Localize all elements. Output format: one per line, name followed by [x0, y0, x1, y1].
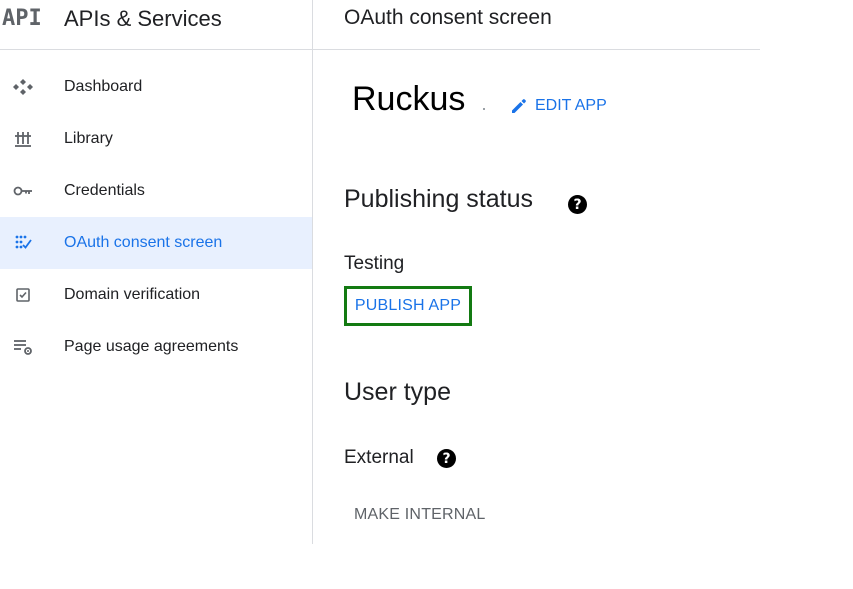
sidebar-item-label: Domain verification: [64, 286, 201, 303]
sidebar-item-label: Credentials: [64, 182, 145, 199]
sidebar-header: API APIs & Services: [0, 0, 312, 50]
edit-app-button[interactable]: EDIT APP: [509, 96, 607, 116]
sidebar: API APIs & Services Dashboard Library Cr…: [0, 0, 313, 544]
checkbox-icon: [12, 284, 34, 306]
sidebar-item-label: Page usage agreements: [64, 338, 239, 355]
page: API APIs & Services Dashboard Library Cr…: [0, 0, 853, 589]
sidebar-item-dashboard[interactable]: Dashboard: [0, 61, 312, 113]
page-header: OAuth consent screen: [313, 0, 760, 50]
sidebar-title: APIs & Services: [64, 6, 222, 31]
sidebar-item-credentials[interactable]: Credentials: [0, 165, 312, 217]
help-icon[interactable]: ?: [568, 195, 587, 214]
key-icon: [12, 180, 34, 202]
api-logo: API: [2, 6, 42, 31]
page-title: OAuth consent screen: [344, 6, 552, 29]
publish-app-button[interactable]: PUBLISH APP: [344, 286, 472, 326]
settings-list-icon: [12, 336, 34, 358]
dashboard-icon: [12, 76, 34, 98]
sidebar-item-label: OAuth consent screen: [64, 234, 223, 251]
publish-app-label: PUBLISH APP: [354, 297, 462, 314]
sidebar-item-label: Dashboard: [64, 78, 143, 95]
edit-app-label: EDIT APP: [535, 97, 607, 114]
divider-dot: [483, 108, 485, 110]
app-name: Ruckus: [352, 80, 466, 118]
library-icon: [12, 128, 34, 150]
sidebar-item-label: Library: [64, 130, 113, 147]
publishing-status-title: Publishing status: [344, 185, 534, 213]
sidebar-nav: Dashboard Library Credentials OAuth cons…: [0, 61, 312, 373]
make-internal-button[interactable]: MAKE INTERNAL: [354, 506, 486, 524]
sidebar-item-domain-verification[interactable]: Domain verification: [0, 269, 312, 321]
help-icon[interactable]: ?: [437, 449, 456, 468]
pencil-icon: [512, 99, 526, 113]
consent-icon: [12, 232, 34, 254]
user-type-value: External: [344, 447, 414, 468]
sidebar-item-page-usage-agreements[interactable]: Page usage agreements: [0, 321, 312, 373]
publishing-status-value: Testing: [344, 253, 405, 274]
sidebar-item-oauth-consent-screen[interactable]: OAuth consent screen: [0, 217, 312, 269]
user-type-title: User type: [344, 378, 451, 406]
sidebar-item-library[interactable]: Library: [0, 113, 312, 165]
